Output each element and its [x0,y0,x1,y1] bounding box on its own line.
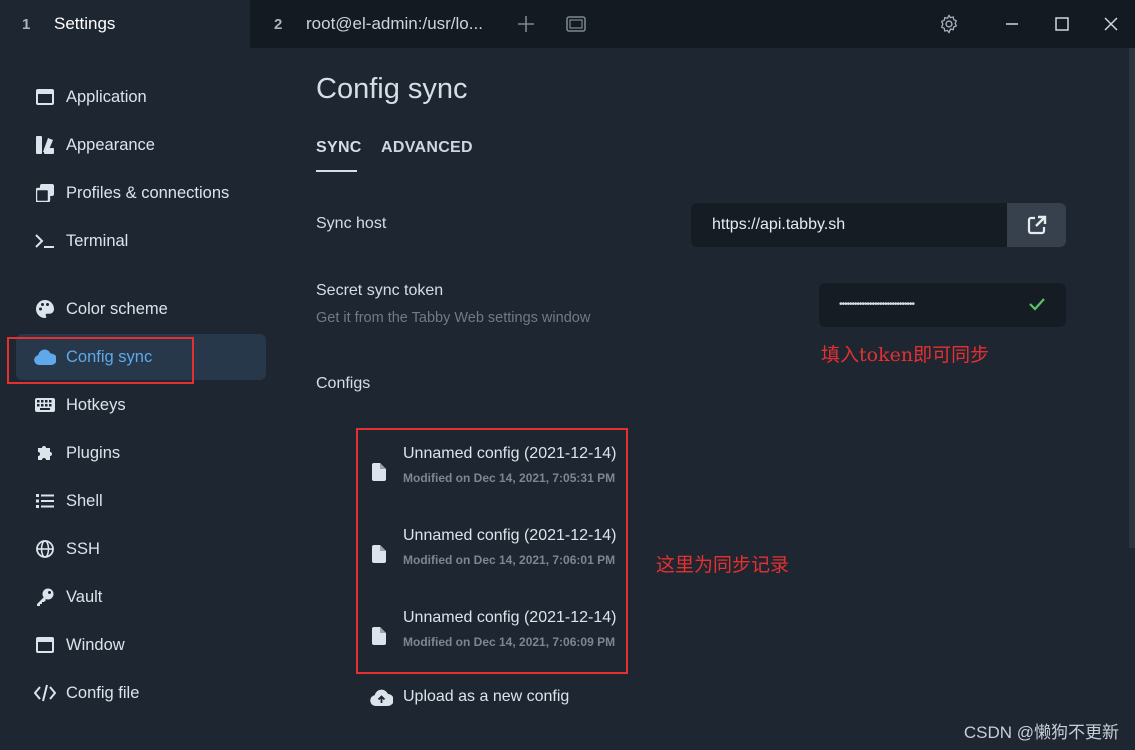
tab-number: 2 [274,15,283,33]
list-icon [34,490,56,512]
token-value: •••••••••••••••••••••••••••••• [839,299,915,310]
close-icon [1104,17,1118,31]
config-title: Unnamed config (2021-12-14) [403,527,617,544]
sync-host-input[interactable]: https://api.tabby.sh [691,203,1007,247]
maximize-button[interactable] [1038,0,1086,48]
watermark: CSDN @懒狗不更新 [963,723,1119,742]
tab-advanced[interactable]: ADVANCED [381,139,473,157]
config-list-item[interactable]: Unnamed config (2021-12-14) Modified on … [372,609,622,669]
cloud-upload-icon [370,689,393,706]
annotation-highlight-box [7,337,194,384]
tab-label: Settings [54,14,116,33]
sidebar-item-label: Config file [66,683,140,702]
sidebar-item-label: Hotkeys [66,395,126,414]
gear-icon [941,14,957,34]
minimize-button[interactable] [988,0,1036,48]
sidebar-item-appearance[interactable]: Appearance [16,122,266,168]
sidebar-item-plugins[interactable]: Plugins [16,430,266,476]
tab-sync[interactable]: SYNC [316,139,362,157]
settings-button[interactable] [925,0,973,48]
window-icon [34,634,56,656]
file-icon [372,463,386,481]
check-icon [1029,298,1045,311]
sidebar-item-label: Terminal [66,231,129,250]
new-tab-button[interactable] [502,0,550,48]
tab-settings[interactable]: 1 Settings [0,0,250,48]
minimize-icon [1006,23,1018,25]
sidebar-item-color-scheme[interactable]: Color scheme [16,286,266,332]
secret-token-label: Secret sync token [316,282,444,299]
terminal-icon [34,230,56,252]
sidebar-item-label: Color scheme [66,299,168,318]
puzzle-icon [34,442,56,464]
tab-label: root@el-admin:/usr/lo... [306,14,483,33]
sidebar-item-application[interactable]: Application [16,74,266,120]
config-list-item[interactable]: Unnamed config (2021-12-14) Modified on … [372,527,622,587]
config-modified: Modified on Dec 14, 2021, 7:06:01 PM [403,553,616,567]
window-icon [566,16,586,32]
config-title: Unnamed config (2021-12-14) [403,445,617,462]
sidebar-item-terminal[interactable]: Terminal [16,218,266,264]
palette-icon [34,298,56,320]
upload-label: Upload as a new config [403,688,570,705]
config-title: Unnamed config (2021-12-14) [403,609,617,626]
sidebar-item-label: Plugins [66,443,121,462]
file-icon [372,545,386,563]
secret-token-input[interactable]: •••••••••••••••••••••••••••••• [819,283,1066,327]
sidebar-item-ssh[interactable]: SSH [16,526,266,572]
annotation-token-note: 填入token即可同步 [821,344,990,366]
key-icon [34,586,56,608]
scrollbar[interactable] [1129,48,1135,548]
sidebar-item-label: Window [66,635,125,654]
active-tab-indicator [316,170,357,172]
close-button[interactable] [1087,0,1135,48]
sidebar-item-label: Appearance [66,135,155,154]
sidebar-item-vault[interactable]: Vault [16,574,266,620]
secret-token-hint: Get it from the Tabby Web settings windo… [316,310,591,326]
application-icon [34,86,56,108]
keyboard-icon [34,394,56,416]
annotation-records-note: 这里为同步记录 [656,554,790,576]
settings-sidebar: Application Appearance Profiles & connec… [0,48,280,750]
config-modified: Modified on Dec 14, 2021, 7:06:09 PM [403,635,616,649]
config-modified: Modified on Dec 14, 2021, 7:05:31 PM [403,471,616,485]
sidebar-item-shell[interactable]: Shell [16,478,266,524]
open-host-button[interactable] [1007,203,1066,247]
maximize-icon [1055,17,1069,31]
configs-label: Configs [316,375,371,392]
sidebar-item-config-file[interactable]: Config file [16,670,266,716]
split-window-button[interactable] [552,0,600,48]
appearance-icon [34,134,56,156]
code-icon [34,682,56,704]
tab-number: 1 [22,15,31,33]
sidebar-item-hotkeys[interactable]: Hotkeys [16,382,266,428]
sidebar-item-label: Application [66,87,147,106]
title-bar: 1 Settings 2 root@el-admin:/usr/lo... [0,0,1135,48]
globe-icon [34,538,56,560]
sync-host-label: Sync host [316,215,387,232]
page-title: Config sync [316,73,468,105]
profiles-icon [34,182,56,204]
tab-terminal-session[interactable]: 2 root@el-admin:/usr/lo... [250,0,500,48]
sidebar-item-label: Shell [66,491,103,510]
external-link-icon [1027,215,1046,235]
sidebar-item-label: SSH [66,539,100,558]
sidebar-item-window[interactable]: Window [16,622,266,668]
sidebar-item-profiles[interactable]: Profiles & connections [16,170,266,216]
sidebar-item-label: Vault [66,587,103,606]
upload-config-button[interactable]: Upload as a new config [370,688,569,706]
file-icon [372,627,386,645]
sidebar-item-label: Profiles & connections [66,183,230,202]
plus-icon [518,16,534,32]
config-list-item[interactable]: Unnamed config (2021-12-14) Modified on … [372,445,622,505]
